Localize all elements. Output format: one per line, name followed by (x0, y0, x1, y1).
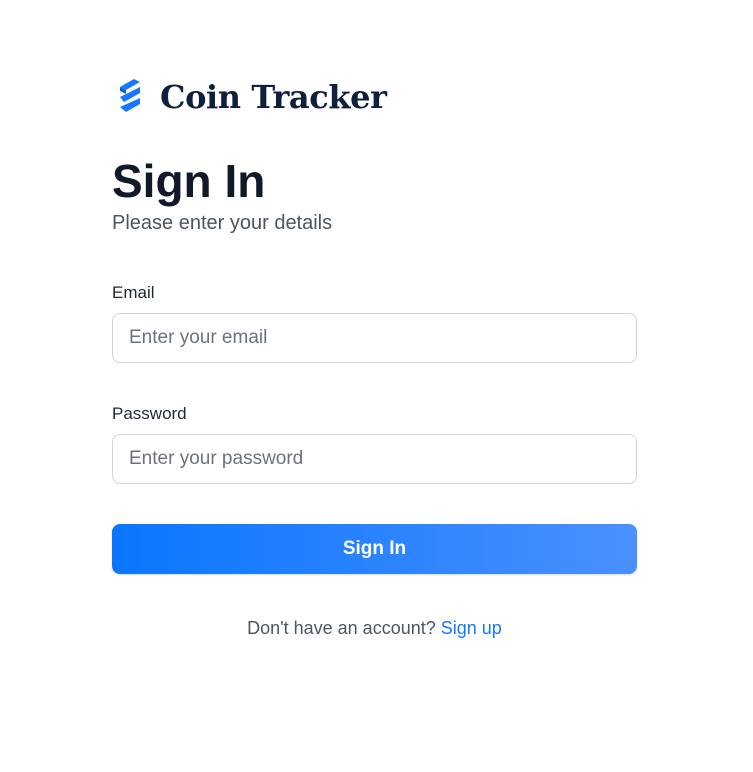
password-label: Password (112, 404, 187, 423)
brand-name: Coin Tracker (160, 78, 387, 116)
sign-up-link[interactable]: Sign up (441, 618, 502, 638)
page-title: Sign In (112, 155, 266, 207)
password-field[interactable] (112, 434, 637, 484)
sign-in-page: Coin Tracker Sign In Please enter your d… (112, 74, 637, 640)
page-subtitle: Please enter your details (112, 212, 333, 234)
email-field[interactable] (112, 313, 637, 363)
coin-tracker-logo-icon (120, 79, 140, 112)
signup-prompt-text: Don't have an account? (247, 618, 436, 638)
brand-header: Coin Tracker (112, 74, 637, 118)
signup-prompt: Don't have an account? Sign up (112, 616, 637, 640)
sign-in-button[interactable]: Sign In (112, 524, 637, 574)
email-label: Email (112, 283, 155, 302)
